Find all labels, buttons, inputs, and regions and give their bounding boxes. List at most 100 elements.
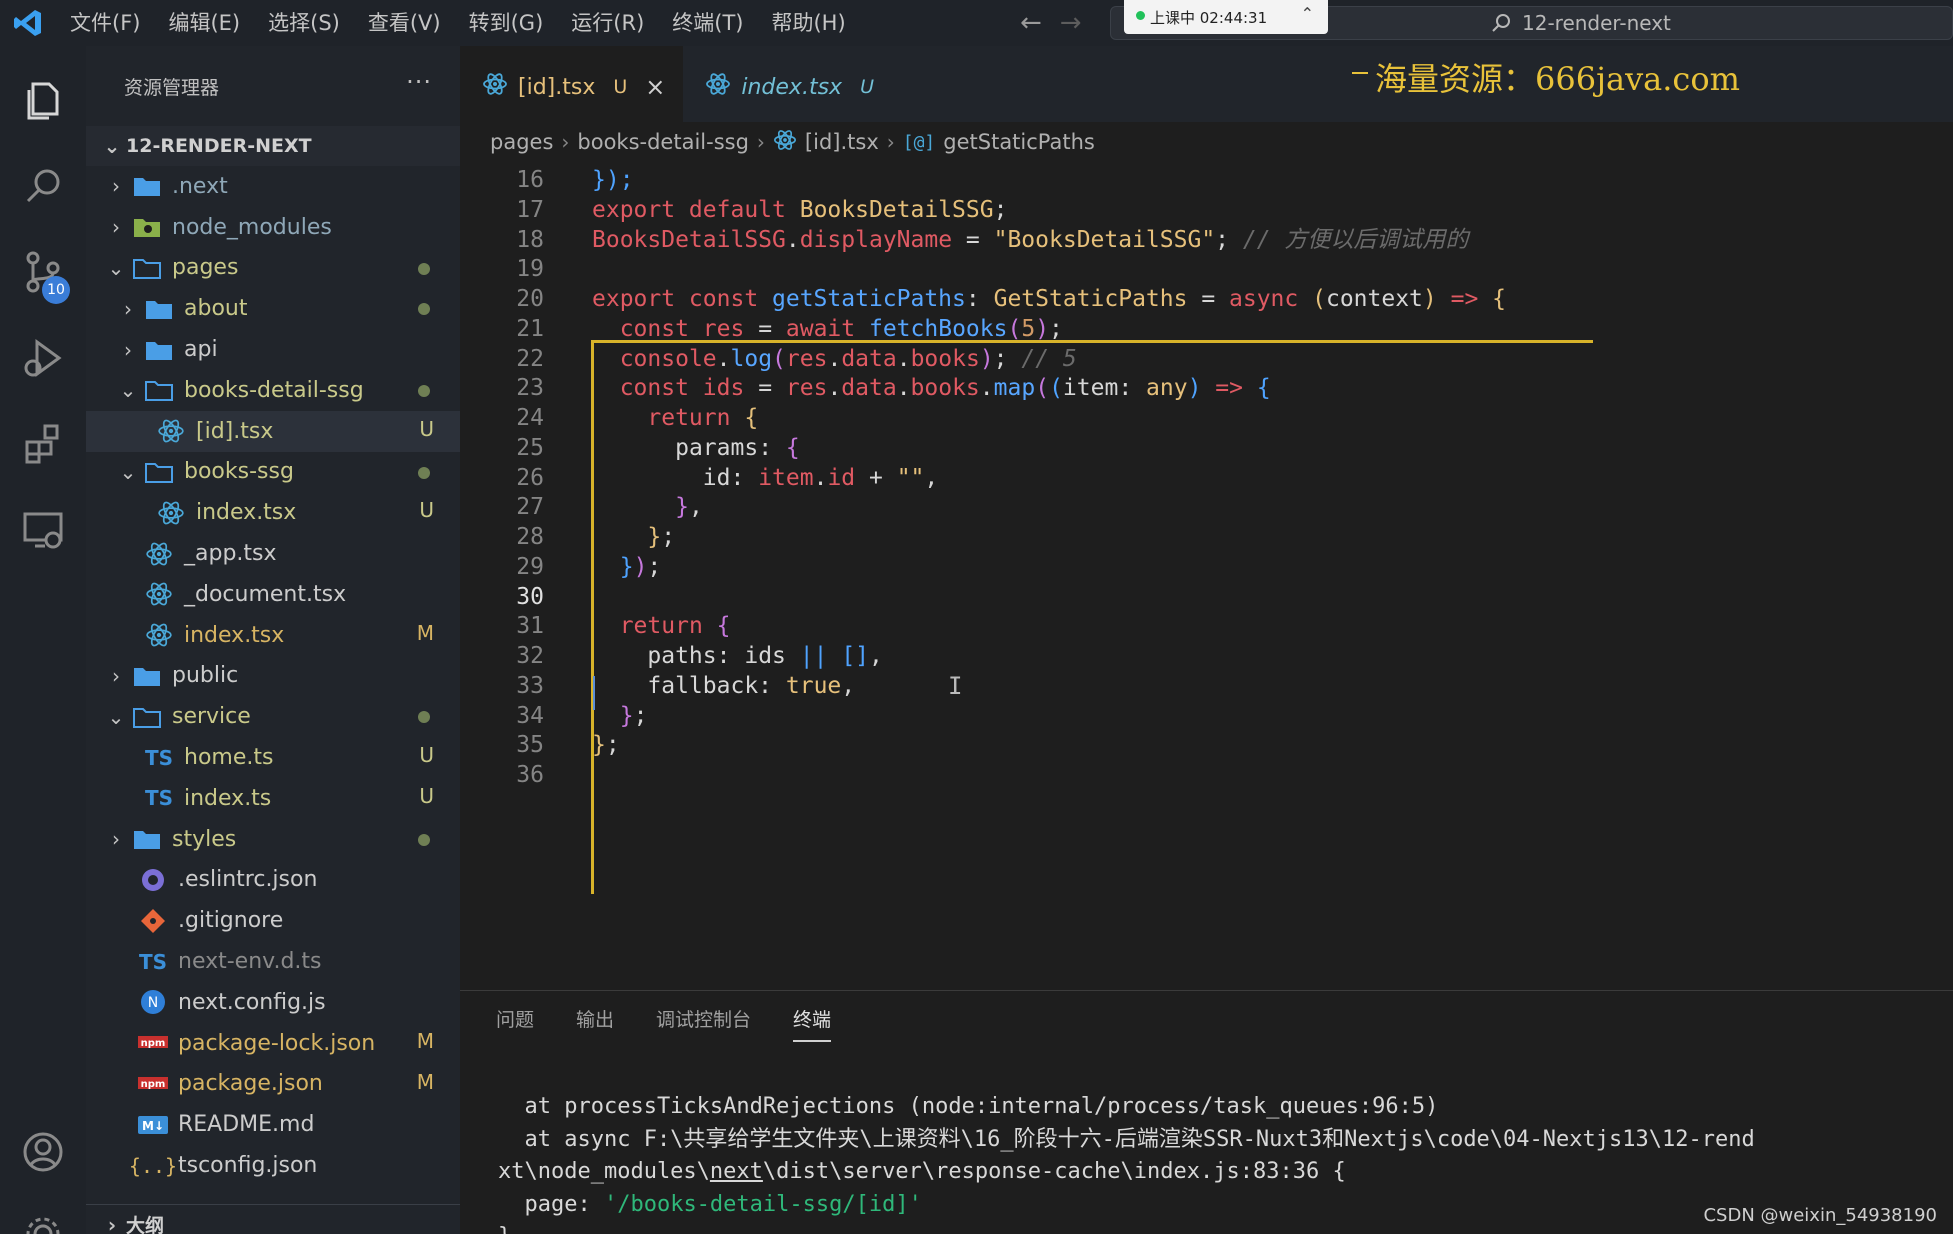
code-token: ; <box>647 553 662 580</box>
menu-edit[interactable]: 编辑(E) <box>154 0 254 46</box>
tab-problems[interactable]: 问题 <box>496 1005 534 1042</box>
tab-debug-console[interactable]: 调试控制台 <box>656 1005 751 1042</box>
workspace-root[interactable]: ⌄ 12-RENDER-NEXT <box>86 126 460 166</box>
menu-go[interactable]: 转到(G) <box>455 0 558 46</box>
breadcrumb-item[interactable]: pages <box>490 130 553 154</box>
code-token: paths <box>647 643 717 669</box>
menu-file[interactable]: 文件(F) <box>56 0 154 46</box>
breadcrumb-item[interactable]: [id].tsx <box>805 130 879 154</box>
tree-item[interactable]: › about <box>86 288 460 329</box>
menu-run[interactable]: 运行(R) <box>557 0 658 46</box>
tree-item-label: books-ssg <box>184 459 294 485</box>
tree-item[interactable]: ⌄ pages <box>86 248 460 289</box>
code-token: ) <box>1187 375 1202 402</box>
tree-item[interactable]: [id].tsx U <box>86 410 460 452</box>
code-token: . <box>896 375 911 402</box>
outline-section[interactable]: › 大纲 <box>86 1204 460 1234</box>
folder-icon <box>130 171 164 201</box>
git-status-badge: U <box>419 743 434 768</box>
markdown-icon: M↓ <box>136 1110 170 1140</box>
forward-arrow-icon[interactable]: → <box>1060 8 1082 38</box>
tree-item[interactable]: Nnext.config.js <box>86 982 460 1023</box>
menu-help[interactable]: 帮助(H) <box>757 0 859 46</box>
code-token: . <box>896 345 911 372</box>
tab-output[interactable]: 输出 <box>576 1005 614 1042</box>
tree-item[interactable]: _document.tsx <box>86 574 460 615</box>
explorer-header: 资源管理器 ··· <box>86 46 460 126</box>
tab-index-tsx[interactable]: index.tsx U <box>683 46 892 128</box>
nav-arrows: ← → <box>1020 0 1082 46</box>
code-token: export default <box>592 196 800 223</box>
search-icon <box>1492 14 1510 32</box>
breadcrumb-item[interactable]: books-detail-ssg <box>577 130 749 154</box>
chevron-right-icon: › <box>107 1212 117 1234</box>
terminal-output[interactable]: at processTicksAndRejections (node:inter… <box>498 1091 1755 1234</box>
menu-selection[interactable]: 选择(S) <box>254 0 354 46</box>
code-token: res <box>702 315 745 342</box>
tree-item[interactable]: › styles <box>86 819 460 860</box>
code-editor[interactable]: 16}); 17 export default BooksDetailSSG; 18 B… <box>460 162 1953 990</box>
code-token: } <box>619 553 634 580</box>
code-token: context <box>1325 286 1423 312</box>
tree-item[interactable]: TS next-env.d.ts <box>86 941 460 982</box>
tree-item[interactable]: npm package.json M <box>86 1064 460 1105</box>
tree-item[interactable]: .eslintrc.json <box>86 860 460 901</box>
credit-watermark: CSDN @weixin_54938190 <box>1703 1205 1937 1226</box>
explorer-icon[interactable] <box>0 60 86 140</box>
recording-indicator[interactable]: 上课中 02:44:31 ⌃ <box>1124 0 1328 34</box>
remote-explorer-icon[interactable] <box>0 490 86 570</box>
tree-item[interactable]: › public <box>86 656 460 697</box>
tree-item[interactable]: ⌄ books-ssg <box>86 452 460 493</box>
tree-item[interactable]: {..} tsconfig.json <box>86 1145 460 1186</box>
tree-item-label: index.tsx <box>184 622 285 648</box>
tree-item[interactable]: TS index.ts U <box>86 778 460 819</box>
folder-open-icon <box>130 702 164 732</box>
tree-item-label: index.tsx <box>196 500 297 526</box>
tree-item[interactable]: _app.tsx <box>86 533 460 574</box>
recording-dot-icon <box>1136 11 1145 20</box>
tree-item-label: _document.tsx <box>184 581 347 607</box>
tree-item[interactable]: M↓ README.md <box>86 1104 460 1145</box>
text-cursor <box>593 676 595 710</box>
tree-item[interactable]: › node_modules <box>86 207 460 248</box>
settings-gear-icon[interactable] <box>0 1194 86 1234</box>
menu-bar: 文件(F) 编辑(E) 选择(S) 查看(V) 转到(G) 运行(R) 终端(T… <box>56 0 860 46</box>
tree-item-label: README.md <box>178 1112 315 1138</box>
back-arrow-icon[interactable]: ← <box>1020 8 1042 38</box>
tree-item[interactable]: › .next <box>86 166 460 207</box>
tree-item[interactable]: TS home.ts U <box>86 737 460 778</box>
code-token: ( <box>1312 286 1326 312</box>
code-token: "BooksDetailSSG" <box>993 226 1216 253</box>
tab-id-tsx[interactable]: [id].tsx U × <box>460 46 684 128</box>
chevron-up-icon[interactable]: ⌃ <box>1301 4 1314 23</box>
more-actions-icon[interactable]: ··· <box>406 68 432 96</box>
tree-item[interactable]: › api <box>86 329 460 370</box>
tree-item[interactable]: npm package-lock.json M <box>86 1023 460 1064</box>
breadcrumb-item[interactable]: getStaticPaths <box>943 130 1095 154</box>
tree-item[interactable]: ⌄ service <box>86 696 460 737</box>
chevron-right-icon: › <box>124 296 132 321</box>
extensions-icon[interactable] <box>0 404 86 484</box>
terminal-link[interactable]: next <box>710 1159 763 1184</box>
search-icon[interactable] <box>0 146 86 226</box>
close-icon[interactable]: × <box>645 73 665 101</box>
tree-item[interactable]: ⌄ books-detail-ssg <box>86 370 460 411</box>
npm-icon: npm <box>136 1028 170 1058</box>
run-debug-icon[interactable] <box>0 318 86 398</box>
source-control-icon[interactable]: 10 <box>0 232 86 312</box>
workspace-root-label: 12-RENDER-NEXT <box>126 135 312 157</box>
tree-item[interactable]: index.tsx U <box>86 492 460 533</box>
menu-terminal[interactable]: 终端(T) <box>658 0 757 46</box>
code-token: ; <box>1049 315 1063 342</box>
chevron-down-icon: ⌄ <box>119 459 137 484</box>
code-token: item <box>758 464 814 491</box>
menu-view[interactable]: 查看(V) <box>354 0 455 46</box>
code-token: : <box>716 643 745 669</box>
tree-item[interactable]: .gitignore <box>86 900 460 941</box>
account-icon[interactable] <box>0 1112 86 1192</box>
tab-terminal[interactable]: 终端 <box>793 1005 832 1042</box>
tree-item[interactable]: index.tsx M <box>86 615 460 656</box>
code-token: = <box>744 375 786 402</box>
